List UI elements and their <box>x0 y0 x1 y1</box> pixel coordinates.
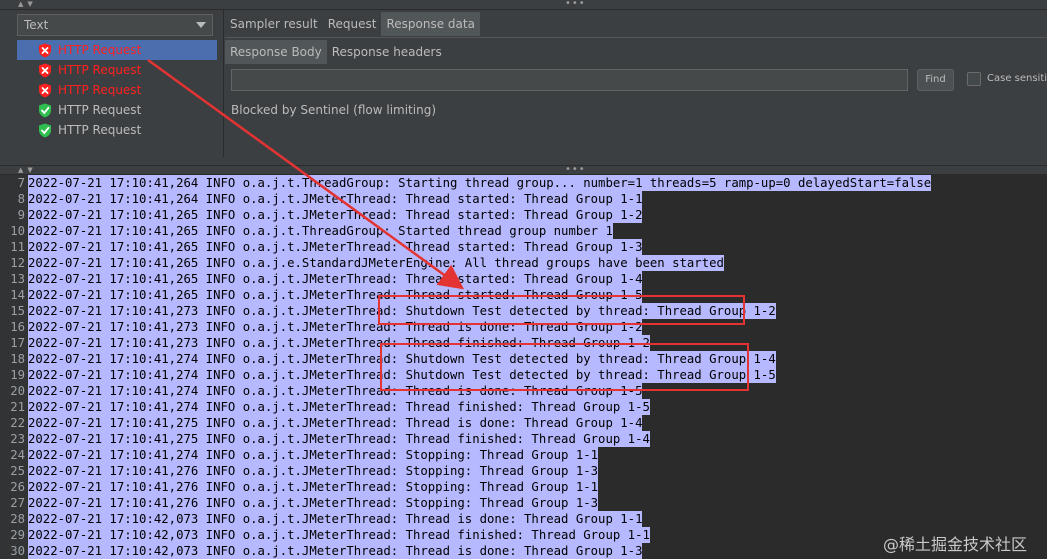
error-shield-icon <box>38 83 52 98</box>
collapse-arrows-icon[interactable]: ▲▼ <box>18 0 37 9</box>
line-number: 27 <box>0 495 28 511</box>
case-sensitive-label: Case sensitive <box>987 73 1047 84</box>
line-number: 14 <box>0 287 28 303</box>
result-tabs: Sampler result Request Response data <box>225 12 1047 38</box>
line-number: 30 <box>0 543 28 559</box>
collapse-arrows-icon[interactable]: ▲▼ <box>18 166 37 175</box>
log-line: 28 2022-07-21 17:10:42,073 INFO o.a.j.t.J… <box>0 511 1047 527</box>
success-shield-icon <box>38 123 52 138</box>
response-tabs: Response Body Response headers <box>225 40 447 65</box>
sampler-label: HTTP Request <box>58 103 142 117</box>
line-number: 21 <box>0 399 28 415</box>
sampler-result-list: HTTP Request HTTP Request HTTP Request HTTP… <box>17 40 217 140</box>
line-number: 7 <box>0 175 28 191</box>
line-number: 24 <box>0 447 28 463</box>
sampler-result-item[interactable]: HTTP Request <box>17 40 217 60</box>
line-number: 20 <box>0 383 28 399</box>
line-number: 19 <box>0 367 28 383</box>
log-text: 2022-07-21 17:10:41,276 INFO o.a.j.t.JMe… <box>28 463 599 479</box>
chevron-down-icon[interactable] <box>196 22 206 28</box>
log-line: 25 2022-07-21 17:10:41,276 INFO o.a.j.t.J… <box>0 463 1047 479</box>
log-text: 2022-07-21 17:10:42,073 INFO o.a.j.t.JMe… <box>28 511 643 527</box>
annotation-box <box>380 343 749 391</box>
log-text: 2022-07-21 17:10:42,073 INFO o.a.j.t.JMe… <box>28 543 643 559</box>
error-shield-icon <box>38 63 52 78</box>
tab-response-data[interactable]: Response data <box>381 12 480 36</box>
view-mode-select[interactable]: Text <box>17 14 213 36</box>
log-line: 23 2022-07-21 17:10:41,275 INFO o.a.j.t.J… <box>0 431 1047 447</box>
drag-handle-icon[interactable]: ••• <box>565 0 586 9</box>
log-text: 2022-07-21 17:10:42,073 INFO o.a.j.t.JMe… <box>28 527 650 543</box>
line-number: 26 <box>0 479 28 495</box>
success-shield-icon <box>38 103 52 118</box>
drag-handle-icon[interactable]: ••• <box>565 165 586 175</box>
watermark: @稀土掘金技术社区 <box>882 535 1027 554</box>
log-text: 2022-07-21 17:10:41,275 INFO o.a.j.t.JMe… <box>28 415 643 431</box>
sampler-result-item[interactable]: HTTP Request <box>17 80 217 100</box>
view-mode-value: Text <box>24 18 49 32</box>
log-line: 10 2022-07-21 17:10:41,265 INFO o.a.j.t.T… <box>0 223 1047 239</box>
line-number: 8 <box>0 191 28 207</box>
tab-request[interactable]: Request <box>323 12 382 36</box>
middle-splitter[interactable]: ▲▼ ••• <box>0 165 1047 175</box>
line-number: 29 <box>0 527 28 543</box>
tab-sampler-result[interactable]: Sampler result <box>225 12 323 36</box>
sampler-label: HTTP Request <box>58 63 142 77</box>
results-tree-pane: Text HTTP Request HTTP Request HTTP Reques… <box>0 10 224 157</box>
sampler-label: HTTP Request <box>58 123 142 137</box>
tab-response-body[interactable]: Response Body <box>225 40 327 64</box>
error-shield-icon <box>38 43 52 58</box>
line-number: 17 <box>0 335 28 351</box>
line-number: 15 <box>0 303 28 319</box>
line-number: 12 <box>0 255 28 271</box>
response-body-text: Blocked by Sentinel (flow limiting) <box>231 103 437 117</box>
line-number: 22 <box>0 415 28 431</box>
line-number: 16 <box>0 319 28 335</box>
log-line: 21 2022-07-21 17:10:41,274 INFO o.a.j.t.J… <box>0 399 1047 415</box>
line-number: 23 <box>0 431 28 447</box>
log-text: 2022-07-21 17:10:41,274 INFO o.a.j.t.JMe… <box>28 399 650 415</box>
line-number: 28 <box>0 511 28 527</box>
log-text: 2022-07-21 17:10:41,276 INFO o.a.j.t.JMe… <box>28 479 599 495</box>
top-splitter[interactable]: ▲▼ ••• <box>0 0 1047 10</box>
find-button[interactable]: Find <box>917 69 954 91</box>
line-number: 25 <box>0 463 28 479</box>
log-line: 12 2022-07-21 17:10:41,265 INFO o.a.j.e.S… <box>0 255 1047 271</box>
sampler-label: HTTP Request <box>58 83 142 97</box>
result-detail-pane: Sampler result Request Response data Res… <box>225 10 1047 157</box>
line-number: 9 <box>0 207 28 223</box>
log-line: 11 2022-07-21 17:10:41,265 INFO o.a.j.t.J… <box>0 239 1047 255</box>
log-line: 24 2022-07-21 17:10:41,274 INFO o.a.j.t.J… <box>0 447 1047 463</box>
log-text: 2022-07-21 17:10:41,276 INFO o.a.j.t.JMe… <box>28 495 599 511</box>
line-number: 11 <box>0 239 28 255</box>
sampler-label: HTTP Request <box>58 43 142 57</box>
log-text: 2022-07-21 17:10:41,264 INFO o.a.j.t.JMe… <box>28 191 643 207</box>
search-input[interactable] <box>231 69 908 91</box>
log-line: 8 2022-07-21 17:10:41,264 INFO o.a.j.t.JM… <box>0 191 1047 207</box>
sampler-result-item[interactable]: HTTP Request <box>17 100 217 120</box>
log-line: 22 2022-07-21 17:10:41,275 INFO o.a.j.t.J… <box>0 415 1047 431</box>
log-line: 9 2022-07-21 17:10:41,265 INFO o.a.j.t.JM… <box>0 207 1047 223</box>
tab-response-headers[interactable]: Response headers <box>327 40 447 64</box>
sampler-result-item[interactable]: HTTP Request <box>17 120 217 140</box>
log-line: 7 2022-07-21 17:10:41,264 INFO o.a.j.t.Th… <box>0 175 1047 191</box>
log-text: 2022-07-21 17:10:41,274 INFO o.a.j.t.JMe… <box>28 447 599 463</box>
log-text: 2022-07-21 17:10:41,265 INFO o.a.j.t.JMe… <box>28 239 643 255</box>
log-text: 2022-07-21 17:10:41,275 INFO o.a.j.t.JMe… <box>28 431 650 447</box>
log-line: 13 2022-07-21 17:10:41,265 INFO o.a.j.t.J… <box>0 271 1047 287</box>
log-text: 2022-07-21 17:10:41,265 INFO o.a.j.t.JMe… <box>28 207 643 223</box>
log-text: 2022-07-21 17:10:41,265 INFO o.a.j.e.Sta… <box>28 255 724 271</box>
log-text: 2022-07-21 17:10:41,265 INFO o.a.j.t.Thr… <box>28 223 613 239</box>
case-sensitive-checkbox[interactable] <box>967 72 981 86</box>
line-number: 18 <box>0 351 28 367</box>
log-text: 2022-07-21 17:10:41,264 INFO o.a.j.t.Thr… <box>28 175 932 191</box>
log-text: 2022-07-21 17:10:41,265 INFO o.a.j.t.JMe… <box>28 271 643 287</box>
sampler-result-item[interactable]: HTTP Request <box>17 60 217 80</box>
line-number: 13 <box>0 271 28 287</box>
log-line: 27 2022-07-21 17:10:41,276 INFO o.a.j.t.J… <box>0 495 1047 511</box>
annotation-box <box>378 295 745 325</box>
line-number: 10 <box>0 223 28 239</box>
log-line: 26 2022-07-21 17:10:41,276 INFO o.a.j.t.J… <box>0 479 1047 495</box>
